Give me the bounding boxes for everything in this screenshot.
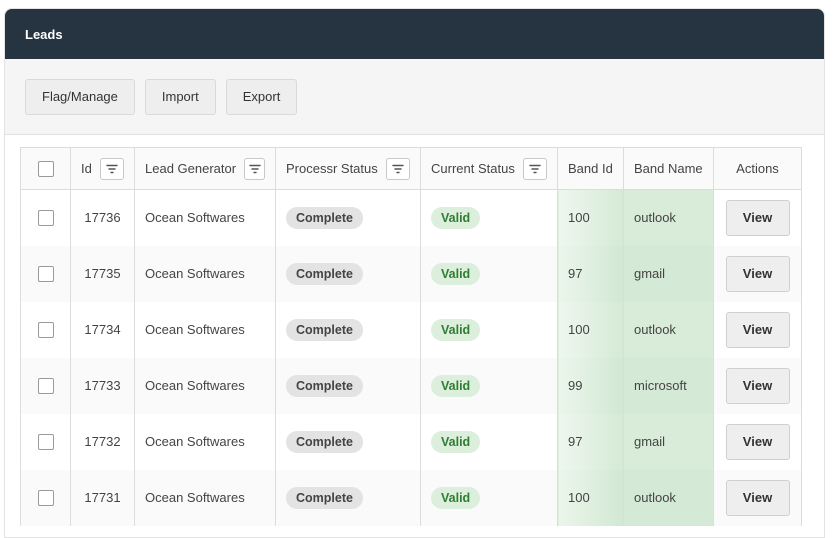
leads-table-wrapper: Id Lead Generator Processr Status Curren… xyxy=(20,147,802,526)
row-lead-generator: Ocean Softwares xyxy=(134,469,276,526)
row-band-name: outlook xyxy=(623,189,714,246)
panel-title: Leads xyxy=(25,26,63,42)
row-id: 17735 xyxy=(70,245,135,302)
table-row: 17731 Ocean Softwares Complete Valid 100… xyxy=(20,469,802,526)
row-id: 17732 xyxy=(70,413,135,470)
current-status-badge: Valid xyxy=(431,206,481,229)
table-row: 17735 Ocean Softwares Complete Valid 97 … xyxy=(20,245,802,302)
view-button[interactable]: View xyxy=(725,199,790,236)
view-button[interactable]: View xyxy=(725,423,790,460)
flag-manage-button[interactable]: Flag/Manage xyxy=(25,78,135,115)
processor-status-badge: Complete xyxy=(286,206,363,229)
column-header-band-id: Band Id xyxy=(557,147,624,190)
column-header-band-name: Band Name xyxy=(623,147,714,190)
row-band-name: outlook xyxy=(623,469,714,526)
current-status-badge: Valid xyxy=(431,486,481,509)
export-button[interactable]: Export xyxy=(225,78,298,115)
row-band-id: 100 xyxy=(557,189,624,246)
table-row: 17733 Ocean Softwares Complete Valid 99 … xyxy=(20,357,802,414)
row-id: 17736 xyxy=(70,189,135,246)
column-header-id: Id xyxy=(70,147,135,190)
filter-icon[interactable] xyxy=(522,157,547,180)
table-row: 17736 Ocean Softwares Complete Valid 100… xyxy=(20,189,802,246)
processor-status-badge: Complete xyxy=(286,430,363,453)
row-lead-generator: Ocean Softwares xyxy=(134,189,276,246)
current-status-badge: Valid xyxy=(431,374,481,397)
row-id: 17733 xyxy=(70,357,135,414)
table-row: 17734 Ocean Softwares Complete Valid 100… xyxy=(20,301,802,358)
row-checkbox[interactable] xyxy=(37,433,54,450)
import-button[interactable]: Import xyxy=(144,78,216,115)
processor-status-badge: Complete xyxy=(286,486,363,509)
filter-icon[interactable] xyxy=(99,157,124,180)
processor-status-badge: Complete xyxy=(286,262,363,285)
row-band-name: gmail xyxy=(623,245,714,302)
select-all-checkbox[interactable] xyxy=(37,160,54,177)
column-header-label: Id xyxy=(81,161,92,176)
row-band-id: 100 xyxy=(557,469,624,526)
column-header-processor-status: Processr Status xyxy=(275,147,421,190)
row-checkbox[interactable] xyxy=(37,489,54,506)
toolbar: Flag/Manage Import Export xyxy=(5,59,824,135)
column-header-label: Lead Generator xyxy=(145,161,237,176)
row-lead-generator: Ocean Softwares xyxy=(134,245,276,302)
row-band-id: 97 xyxy=(557,413,624,470)
table-row: 17732 Ocean Softwares Complete Valid 97 … xyxy=(20,413,802,470)
row-checkbox[interactable] xyxy=(37,321,54,338)
row-band-id: 100 xyxy=(557,301,624,358)
filter-icon[interactable] xyxy=(385,157,410,180)
select-all-cell xyxy=(20,147,71,190)
row-checkbox[interactable] xyxy=(37,265,54,282)
view-button[interactable]: View xyxy=(725,311,790,348)
leads-table: Id Lead Generator Processr Status Curren… xyxy=(20,147,802,526)
row-id: 17731 xyxy=(70,469,135,526)
table-header-row: Id Lead Generator Processr Status Curren… xyxy=(20,147,802,190)
row-checkbox[interactable] xyxy=(37,377,54,394)
view-button[interactable]: View xyxy=(725,367,790,404)
current-status-badge: Valid xyxy=(431,430,481,453)
row-band-name: outlook xyxy=(623,301,714,358)
column-header-actions: Actions xyxy=(713,147,802,190)
view-button[interactable]: View xyxy=(725,479,790,516)
row-band-name: microsoft xyxy=(623,357,714,414)
row-band-id: 97 xyxy=(557,245,624,302)
row-band-id: 99 xyxy=(557,357,624,414)
current-status-badge: Valid xyxy=(431,262,481,285)
filter-icon[interactable] xyxy=(244,157,265,180)
row-band-name: gmail xyxy=(623,413,714,470)
table-body: 17736 Ocean Softwares Complete Valid 100… xyxy=(20,189,802,526)
view-button[interactable]: View xyxy=(725,255,790,292)
processor-status-badge: Complete xyxy=(286,374,363,397)
column-header-label: Current Status xyxy=(431,161,515,176)
row-lead-generator: Ocean Softwares xyxy=(134,357,276,414)
panel-header: Leads xyxy=(5,9,824,59)
column-header-label: Processr Status xyxy=(286,161,378,176)
row-lead-generator: Ocean Softwares xyxy=(134,301,276,358)
column-header-lead-generator: Lead Generator xyxy=(134,147,276,190)
row-checkbox[interactable] xyxy=(37,210,54,227)
processor-status-badge: Complete xyxy=(286,318,363,341)
column-header-current-status: Current Status xyxy=(420,147,558,190)
row-id: 17734 xyxy=(70,301,135,358)
current-status-badge: Valid xyxy=(431,318,481,341)
row-lead-generator: Ocean Softwares xyxy=(134,413,276,470)
